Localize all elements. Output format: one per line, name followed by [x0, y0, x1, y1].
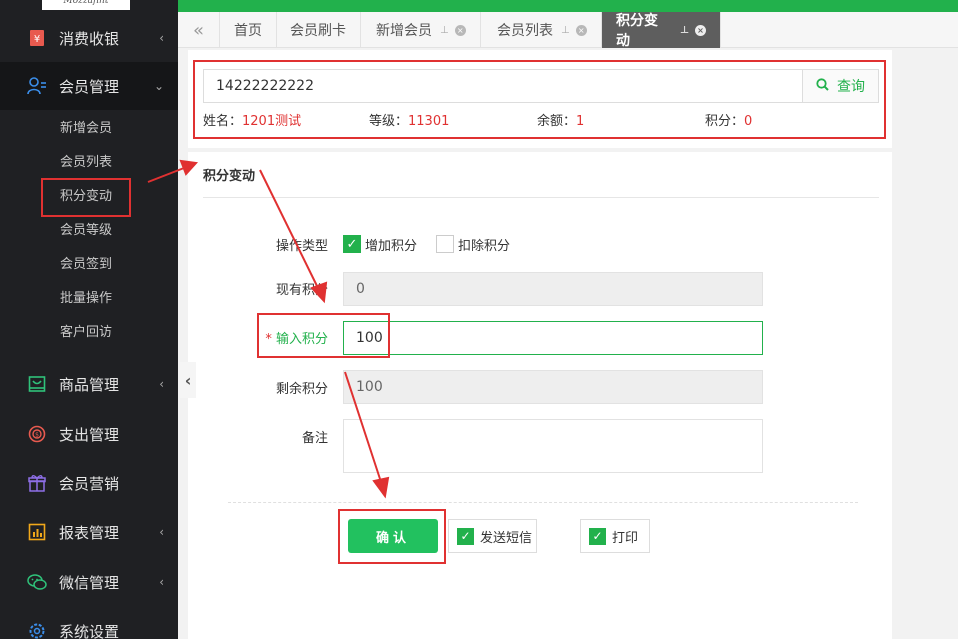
top-accent-bar — [178, 0, 958, 12]
section-title: 积分变动 — [203, 169, 256, 184]
close-icon[interactable]: × — [575, 24, 587, 36]
send-sms-toggle[interactable]: ✓ 发送短信 — [448, 519, 537, 553]
close-icon[interactable]: × — [695, 24, 706, 36]
divider — [228, 502, 858, 503]
menu-item-marketing[interactable]: 会员营销 — [0, 459, 178, 507]
chevron-left-icon: ‹ — [159, 525, 164, 539]
pin-icon[interactable]: ⊥ — [680, 25, 689, 36]
tab-bar: « 首页 会员刷卡 新增会员 ⊥ × 会员列表 ⊥ × 积分变动 ⊥ × — [178, 12, 958, 49]
report-icon — [27, 522, 47, 542]
submenu-item-member-level[interactable]: 会员等级 — [60, 220, 112, 242]
submenu-item-member-checkin[interactable]: 会员签到 — [60, 254, 112, 276]
checkbox-checked-icon: ✓ — [457, 527, 474, 545]
tab-label: 新增会员 — [376, 23, 432, 39]
remaining-points-label: 剩余积分 — [275, 382, 328, 397]
sidebar: Mozzafint ¥ 消费收银 ‹ 会员管理 ⌄ 新增会员 会员列表 积分变动… — [0, 0, 178, 639]
goods-icon — [27, 374, 47, 394]
add-points-checkbox[interactable]: ✓ — [343, 235, 361, 253]
tab-member-card[interactable]: 会员刷卡 — [276, 12, 361, 48]
member-icon — [27, 76, 47, 96]
menu-item-expense[interactable]: $ 支出管理 — [0, 410, 178, 458]
remark-textarea[interactable] — [343, 419, 763, 473]
print-label: 打印 — [612, 530, 639, 546]
chevron-left-icon: ‹ — [159, 31, 164, 45]
close-icon[interactable]: × — [454, 24, 466, 36]
send-sms-label: 发送短信 — [480, 530, 533, 546]
chevron-down-icon: ⌄ — [153, 79, 164, 93]
pin-icon[interactable]: ⊥ — [561, 25, 570, 36]
expense-icon: $ — [27, 424, 47, 444]
print-toggle[interactable]: ✓ 打印 — [580, 519, 650, 553]
menu-label: 会员管理 — [59, 77, 120, 96]
remaining-points-field: 100 — [343, 370, 763, 404]
menu-label: 微信管理 — [59, 573, 120, 592]
double-chevron-left-icon[interactable]: « — [178, 12, 220, 48]
remark-label: 备注 — [301, 431, 328, 446]
tab-home[interactable]: 首页 — [220, 12, 277, 48]
tab-label: 会员列表 — [497, 23, 553, 39]
divider — [203, 197, 879, 198]
tab-label: 会员刷卡 — [290, 23, 346, 39]
menu-label: 会员营销 — [59, 474, 120, 493]
menu-item-member[interactable]: 会员管理 ⌄ — [0, 62, 178, 110]
current-points-label: 现有积分 — [275, 283, 328, 298]
menu-label: 报表管理 — [59, 523, 120, 542]
tab-member-list[interactable]: 会员列表 ⊥ × — [483, 12, 602, 48]
svg-text:$: $ — [35, 432, 39, 439]
menu-label: 商品管理 — [59, 375, 120, 394]
menu-item-cashier[interactable]: ¥ 消费收银 ‹ — [0, 14, 178, 62]
wechat-icon — [27, 572, 47, 592]
checkbox-checked-icon: ✓ — [589, 527, 606, 545]
tab-label: 积分变动 — [616, 13, 658, 49]
collapse-sidebar-handle[interactable]: ‹ — [180, 362, 196, 398]
highlight-box — [193, 60, 886, 139]
menu-label: 系统设置 — [59, 622, 120, 639]
tab-label: 首页 — [234, 23, 262, 39]
menu-item-settings[interactable]: 系统设置 — [0, 607, 178, 639]
chevron-left-icon: ‹ — [159, 377, 164, 391]
menu-item-report[interactable]: 报表管理 ‹ — [0, 508, 178, 556]
tab-points-change[interactable]: 积分变动 ⊥ × — [602, 12, 721, 49]
menu-item-goods[interactable]: 商品管理 ‹ — [0, 360, 178, 408]
add-points-label: 增加积分 — [365, 239, 418, 254]
op-type-label: 操作类型 — [275, 239, 328, 254]
submenu-item-member-list[interactable]: 会员列表 — [60, 152, 112, 174]
highlight-box — [338, 509, 446, 564]
submenu-item-batch-operation[interactable]: 批量操作 — [60, 288, 112, 310]
input-points-field[interactable]: 100 — [343, 321, 763, 355]
settings-icon — [27, 621, 47, 639]
tab-add-member[interactable]: 新增会员 ⊥ × — [362, 12, 481, 48]
highlight-box — [257, 313, 390, 358]
cashier-icon: ¥ — [27, 28, 47, 48]
pin-icon[interactable]: ⊥ — [440, 25, 449, 36]
logo: Mozzafint — [42, 0, 130, 10]
submenu-item-customer-revisit[interactable]: 客户回访 — [60, 322, 112, 344]
menu-label: 消费收银 — [59, 29, 120, 48]
highlight-box — [41, 178, 131, 217]
chevron-left-icon: ‹ — [159, 575, 164, 589]
submenu-item-add-member[interactable]: 新增会员 — [60, 118, 112, 140]
gift-icon — [27, 473, 47, 493]
deduct-points-label: 扣除积分 — [458, 239, 511, 254]
current-points-field: 0 — [343, 272, 763, 306]
menu-label: 支出管理 — [59, 425, 120, 444]
svg-text:¥: ¥ — [34, 34, 40, 45]
deduct-points-checkbox[interactable] — [436, 235, 454, 253]
menu-item-wechat[interactable]: 微信管理 ‹ — [0, 558, 178, 606]
